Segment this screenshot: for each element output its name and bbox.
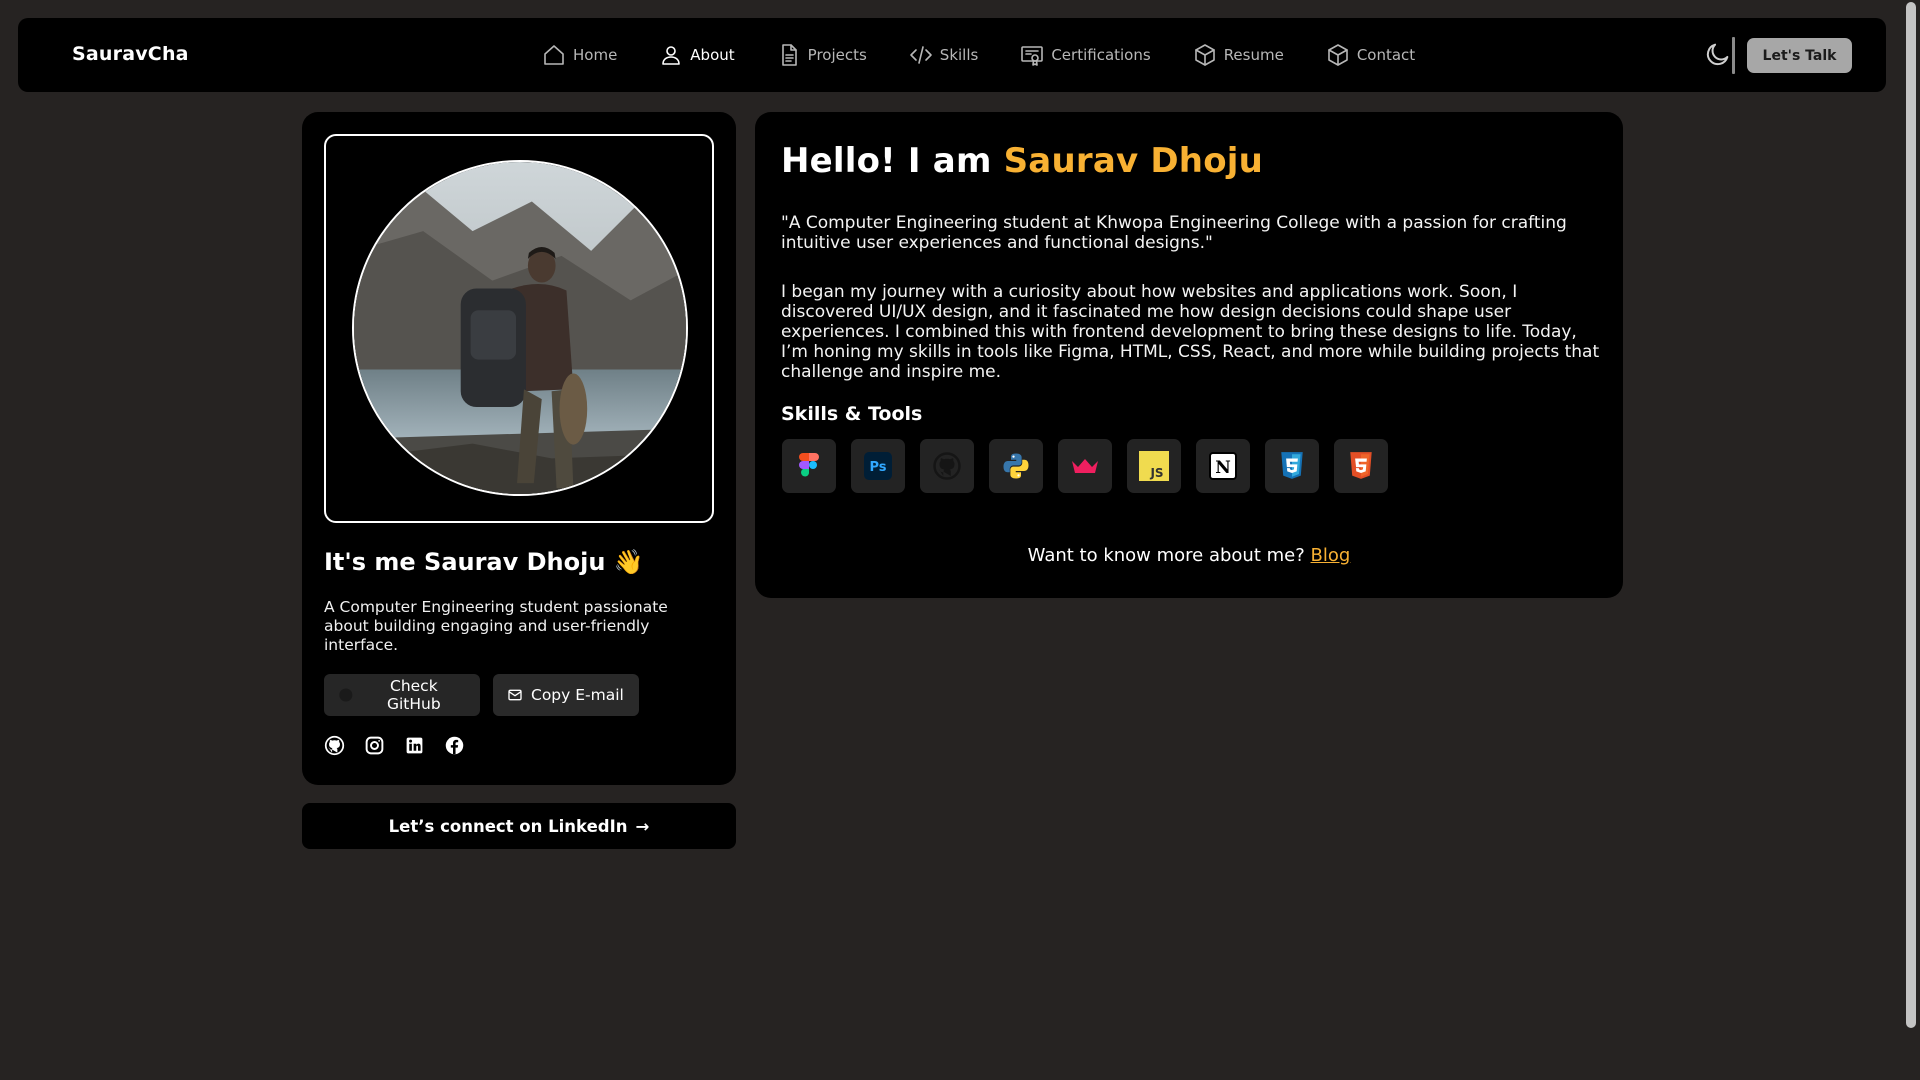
skill-html5[interactable] (1334, 439, 1388, 493)
profile-bio: A Computer Engineering student passionat… (324, 598, 668, 654)
about-quote: "A Computer Engineering student at Khwop… (781, 213, 1567, 253)
scrollbar-thumb[interactable] (1906, 2, 1916, 1028)
user-icon (662, 46, 681, 65)
certificate-icon (1021, 46, 1044, 66)
skill-photoshop[interactable]: Ps (851, 439, 905, 493)
figma-icon (799, 453, 819, 477)
notion-icon: N (1209, 452, 1237, 480)
about-story: I began my journey with a curiosity abou… (781, 282, 1600, 382)
brand-logo[interactable]: SauravCha (72, 43, 189, 65)
nav-item-label: Certifications (1051, 46, 1151, 64)
linkedin-connect-label: Let’s connect on LinkedIn (388, 816, 628, 836)
photoshop-icon: Ps (864, 452, 892, 480)
document-icon (781, 44, 797, 66)
check-github-label: Check GitHub (386, 677, 441, 713)
html5-icon (1350, 452, 1372, 479)
more-about-line: Want to know more about me? Blog (755, 545, 1623, 566)
heading-prefix: Hello! I am (781, 141, 1004, 181)
lets-talk-button[interactable]: Let's Talk (1747, 38, 1852, 73)
profile-card: It's me Saurav Dhoju 👋 A Computer Engine… (302, 112, 736, 785)
nav-item-certifications[interactable]: Certifications (1020, 43, 1151, 67)
nav-divider (1732, 37, 1735, 74)
github-link[interactable] (324, 735, 346, 757)
linkedin-connect-button[interactable]: Let’s connect on LinkedIn → (302, 803, 736, 849)
copy-email-button[interactable]: Copy E-mail (493, 674, 639, 716)
skill-python[interactable] (989, 439, 1043, 493)
nav-links: Home About Projects Skills Certification… (542, 18, 1457, 92)
python-icon (1003, 453, 1029, 479)
theme-toggle[interactable] (1704, 40, 1734, 70)
linkedin-link[interactable] (404, 735, 426, 757)
home-icon (544, 45, 564, 65)
social-links (324, 735, 466, 757)
github-icon (339, 688, 353, 702)
css3-icon (1281, 452, 1303, 479)
nav-item-label: About (690, 46, 735, 64)
nav-item-skills[interactable]: Skills (909, 43, 979, 67)
copy-email-label: Copy E-mail (531, 686, 624, 704)
blog-link[interactable]: Blog (1311, 545, 1351, 566)
skill-github[interactable] (920, 439, 974, 493)
skills-title: Skills & Tools (781, 403, 923, 425)
nav-item-label: Resume (1223, 46, 1284, 64)
heading-name: Saurav Dhoju (1003, 141, 1264, 181)
svg-text:JS: JS (1149, 466, 1163, 480)
instagram-icon (365, 736, 384, 755)
nav-item-home[interactable]: Home (542, 43, 617, 67)
arrow-right-icon: → (635, 816, 650, 836)
linkedin-icon (406, 737, 423, 754)
skill-notion[interactable]: N (1196, 439, 1250, 493)
top-navbar: SauravCha Home About Projects Skills Cer… (18, 18, 1886, 92)
nav-item-label: Projects (807, 46, 867, 64)
nav-item-projects[interactable]: Projects (777, 43, 867, 67)
nav-item-label: Skills (939, 46, 979, 64)
box-icon (1328, 44, 1348, 66)
code-icon (909, 46, 932, 64)
profile-name: It's me Saurav Dhoju 👋 (324, 548, 644, 576)
nav-item-about[interactable]: About (659, 43, 735, 67)
facebook-icon (445, 736, 464, 755)
instagram-link[interactable] (364, 735, 386, 757)
check-github-button[interactable]: Check GitHub (324, 674, 480, 716)
skill-figma[interactable] (782, 439, 836, 493)
photo-frame (324, 134, 714, 523)
skill-crown[interactable] (1058, 439, 1112, 493)
skill-javascript[interactable]: JS (1127, 439, 1181, 493)
moon-icon (1706, 43, 1729, 66)
nav-item-label: Contact (1356, 46, 1416, 64)
skill-css3[interactable] (1265, 439, 1319, 493)
nav-item-contact[interactable]: Contact (1326, 43, 1415, 67)
github-icon (933, 452, 961, 480)
about-card: Hello! I am Saurav Dhoju "A Computer Eng… (755, 112, 1623, 598)
mail-icon (508, 689, 522, 701)
nav-item-resume[interactable]: Resume (1193, 43, 1284, 67)
github-icon (324, 735, 345, 756)
skills-list: Ps JS N (782, 439, 1388, 493)
svg-text:Ps: Ps (869, 460, 886, 475)
box-icon (1194, 44, 1215, 66)
svg-text:N: N (1215, 458, 1231, 478)
crown-icon (1072, 459, 1098, 473)
about-heading: Hello! I am Saurav Dhoju (781, 141, 1263, 181)
nav-item-label: Home (573, 46, 618, 64)
profile-photo (352, 160, 688, 496)
facebook-link[interactable] (444, 735, 466, 757)
more-about-text: Want to know more about me? (1027, 545, 1305, 566)
javascript-icon: JS (1139, 451, 1169, 481)
